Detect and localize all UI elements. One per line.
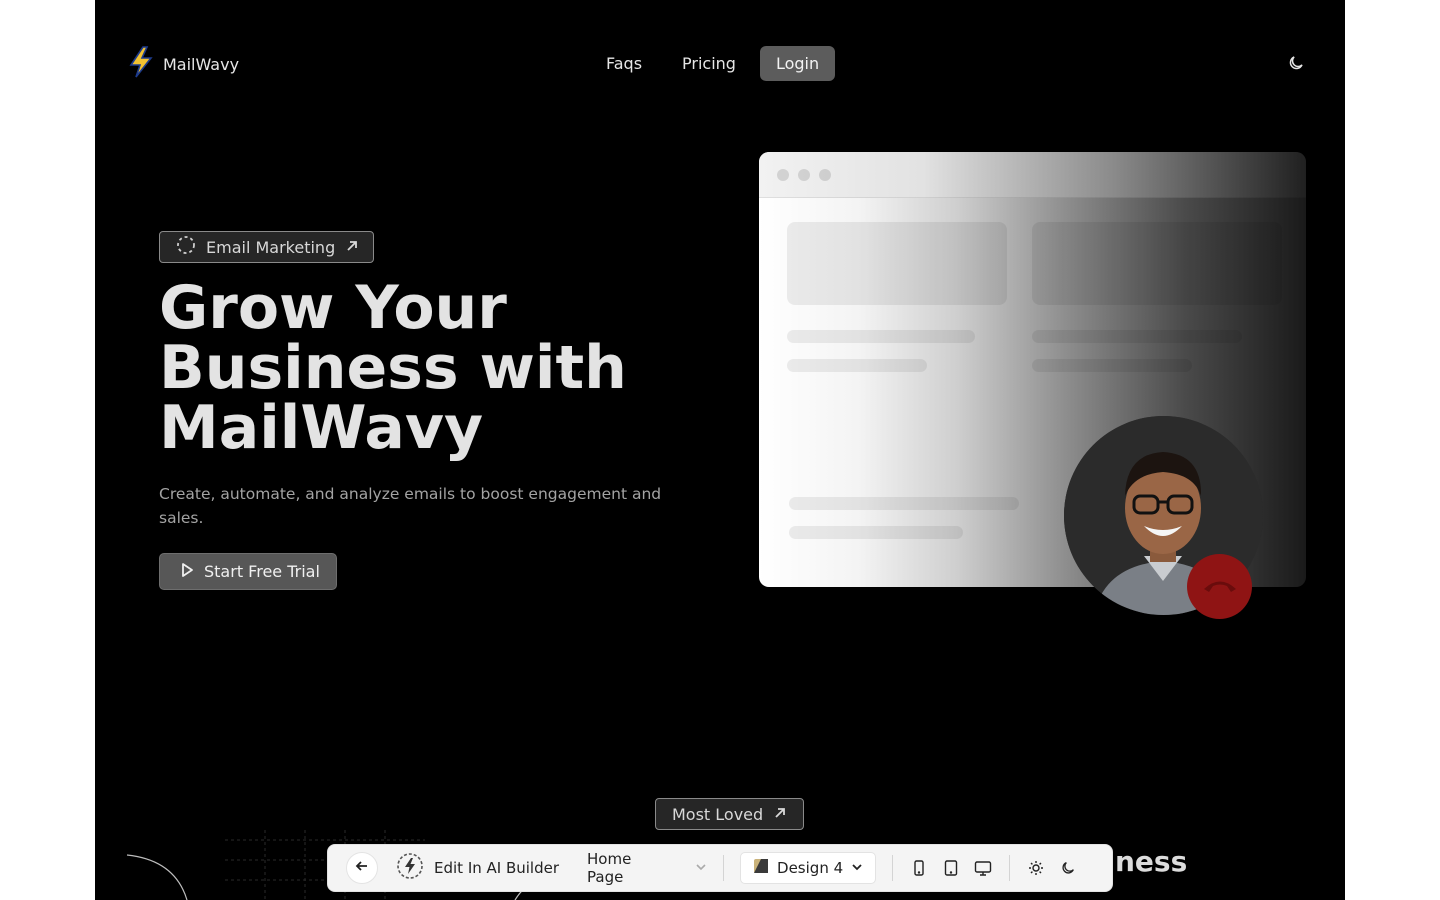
window-dot bbox=[798, 168, 810, 181]
landing-page: MailWavy Faqs Pricing Login Email Market… bbox=[95, 0, 1345, 900]
mobile-view-icon[interactable] bbox=[909, 858, 929, 878]
hero-subtitle: Create, automate, and analyze emails to … bbox=[159, 485, 662, 527]
section-heading: ness bbox=[1115, 845, 1188, 878]
lightning-bolt-icon bbox=[127, 46, 155, 82]
skeleton-line bbox=[1032, 330, 1242, 343]
desktop-view-icon[interactable] bbox=[973, 858, 993, 878]
hang-up-button[interactable] bbox=[1187, 554, 1252, 619]
hero-title-line-3: MailWavy bbox=[159, 393, 484, 463]
play-icon bbox=[178, 561, 196, 583]
toolbar-divider bbox=[892, 855, 894, 881]
skeleton-line bbox=[1032, 359, 1192, 372]
most-loved-badge[interactable]: Most Loved bbox=[655, 798, 805, 830]
design-label: Design 4 bbox=[777, 859, 844, 877]
window-titlebar bbox=[759, 152, 1306, 198]
arrow-left-icon bbox=[355, 859, 369, 877]
tablet-view-icon[interactable] bbox=[941, 858, 961, 878]
most-loved-label: Most Loved bbox=[672, 804, 764, 824]
skeleton-line bbox=[787, 359, 927, 372]
loader-icon bbox=[176, 235, 196, 259]
skeleton-line bbox=[787, 330, 975, 343]
moon-icon[interactable] bbox=[1058, 858, 1078, 878]
hero-title: Grow Your Business with MailWavy bbox=[159, 278, 679, 458]
device-switcher bbox=[909, 858, 993, 878]
cta-label: Start Free Trial bbox=[204, 562, 320, 581]
main-nav: Faqs Pricing Login bbox=[590, 46, 836, 81]
back-button[interactable] bbox=[346, 852, 378, 884]
page-select[interactable]: Home Page bbox=[587, 850, 707, 886]
toolbar-divider bbox=[723, 855, 725, 881]
design-swatch-icon bbox=[753, 857, 769, 879]
builder-toolbar: Edit In AI Builder Home Page Design 4 bbox=[327, 844, 1113, 892]
skeleton-line bbox=[789, 497, 1019, 510]
nav-pricing[interactable]: Pricing bbox=[666, 46, 752, 81]
email-marketing-badge[interactable]: Email Marketing bbox=[159, 231, 375, 263]
skeleton-card bbox=[787, 222, 1007, 305]
window-dot bbox=[777, 168, 789, 181]
logo-text: MailWavy bbox=[163, 54, 240, 74]
skeleton-card bbox=[1032, 222, 1282, 305]
sun-icon[interactable] bbox=[1026, 858, 1046, 878]
edit-in-ai-builder-button[interactable]: Edit In AI Builder bbox=[396, 852, 559, 884]
phone-hangup-icon bbox=[1202, 576, 1238, 598]
badge-label: Email Marketing bbox=[206, 237, 336, 257]
window-dot bbox=[819, 168, 831, 181]
arrow-up-right-icon bbox=[345, 238, 359, 257]
arrow-up-right-icon bbox=[773, 805, 787, 824]
design-select[interactable]: Design 4 bbox=[740, 852, 877, 884]
nav-login[interactable]: Login bbox=[759, 46, 836, 81]
page-select-value: Home Page bbox=[587, 850, 632, 886]
nav-faqs[interactable]: Faqs bbox=[590, 46, 658, 81]
logo[interactable]: MailWavy bbox=[127, 46, 239, 82]
toolbar-divider bbox=[1009, 855, 1011, 881]
start-free-trial-button[interactable]: Start Free Trial bbox=[159, 553, 337, 590]
theme-switcher bbox=[1026, 858, 1078, 878]
skeleton-line bbox=[789, 526, 963, 539]
moon-icon[interactable] bbox=[1287, 54, 1307, 74]
chevron-down-icon bbox=[695, 859, 707, 877]
ai-builder-icon bbox=[396, 852, 424, 884]
edit-label: Edit In AI Builder bbox=[434, 859, 560, 877]
chevron-down-icon bbox=[851, 859, 863, 877]
